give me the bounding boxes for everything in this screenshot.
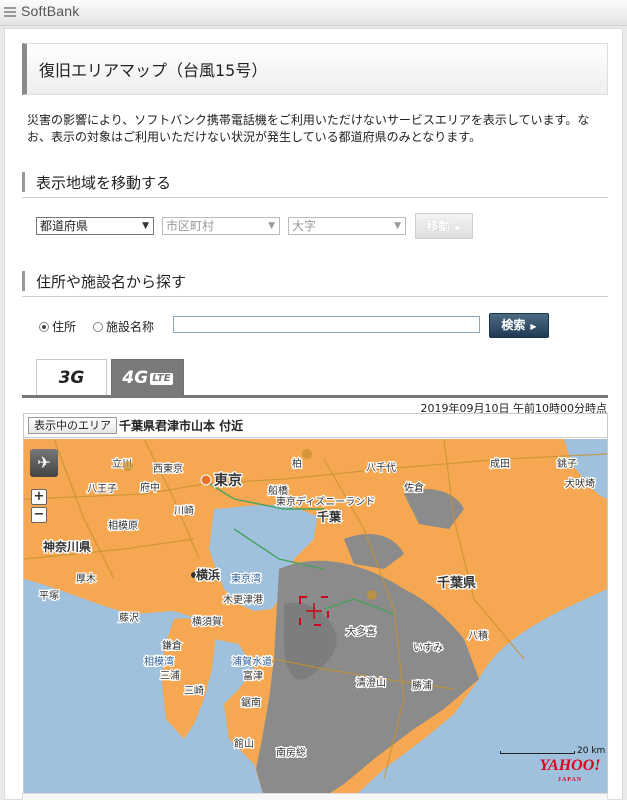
- svg-text:木更津港: 木更津港: [223, 594, 263, 606]
- svg-text:八積: 八積: [468, 629, 488, 642]
- dropdown-arrow-icon: ▼: [268, 221, 275, 231]
- svg-text:佐倉: 佐倉: [404, 481, 424, 494]
- svg-text:清澄山: 清澄山: [356, 676, 386, 689]
- chevron-right-icon: ▶: [530, 322, 537, 331]
- move-section-title: 表示地域を移動する: [36, 174, 172, 192]
- svg-text:横浜: 横浜: [196, 567, 220, 582]
- brand-header: SoftBank: [0, 0, 627, 26]
- airplane-mode-button[interactable]: ✈: [30, 449, 58, 477]
- svg-text:三浦: 三浦: [160, 669, 180, 682]
- svg-text:三崎: 三崎: [184, 684, 204, 697]
- svg-text:勝浦: 勝浦: [412, 679, 432, 692]
- svg-text:東京: 東京: [214, 472, 242, 489]
- chevron-right-icon: ▶: [455, 223, 462, 232]
- lte-badge: LTE: [150, 373, 173, 385]
- dropdown-arrow-icon: ▼: [394, 221, 401, 231]
- svg-text:神奈川県: 神奈川県: [43, 539, 91, 554]
- menu-lines-icon: [4, 7, 16, 19]
- main-panel: 復旧エリアマップ（台風15号） 災害の影響により、ソフトバンク携帯電話機をご利用…: [4, 28, 623, 800]
- coverage-map[interactable]: 東京 千葉 千葉県 神奈川県 横浜 川崎 東京湾 相模湾 浦賀水道 横須賀 木更…: [24, 439, 607, 797]
- svg-text:富津: 富津: [243, 669, 263, 682]
- page-title: 復旧エリアマップ（台風15号）: [39, 61, 268, 80]
- tab-3g[interactable]: 3G: [36, 359, 107, 396]
- move-section-heading: 表示地域を移動する: [22, 170, 608, 198]
- radio-unselected-icon: [93, 322, 103, 332]
- svg-text:厚木: 厚木: [76, 573, 96, 585]
- map-canvas[interactable]: 東京 千葉 千葉県 神奈川県 横浜 川崎 東京湾 相模湾 浦賀水道 横須賀 木更…: [24, 439, 607, 797]
- svg-text:成田: 成田: [490, 458, 510, 470]
- svg-text:八千代: 八千代: [366, 462, 396, 474]
- svg-text:平塚: 平塚: [39, 590, 59, 602]
- yahoo-attribution-logo[interactable]: YAHOO! JAPAN: [537, 758, 603, 787]
- radio-facility[interactable]: 施設名称: [93, 318, 154, 335]
- svg-text:八王子: 八王子: [87, 483, 117, 495]
- svg-text:犬吠埼: 犬吠埼: [565, 477, 595, 490]
- svg-text:川崎: 川崎: [174, 504, 194, 517]
- svg-text:柏: 柏: [292, 457, 302, 470]
- district-select[interactable]: 大字 ▼: [288, 217, 406, 235]
- zoom-out-button[interactable]: −: [31, 507, 47, 523]
- svg-text:船橋: 船橋: [268, 484, 288, 497]
- svg-text:銚子: 銚子: [557, 457, 577, 470]
- page-title-box: 復旧エリアマップ（台風15号）: [22, 43, 608, 95]
- svg-text:東京ディズニーランド: 東京ディズニーランド: [276, 495, 375, 508]
- svg-text:藤沢: 藤沢: [119, 611, 139, 624]
- search-section-title: 住所や施設名から探す: [36, 273, 187, 291]
- svg-text:南房総: 南房総: [276, 746, 306, 759]
- map-container: 表示中のエリア 千葉県君津市山本 付近 東京 千葉 千葉県 神奈川県 横浜 川崎…: [23, 413, 608, 798]
- search-button[interactable]: 検索 ▶: [489, 313, 549, 338]
- svg-text:相模原: 相模原: [108, 519, 138, 532]
- city-select[interactable]: 市区町村 ▼: [162, 217, 280, 235]
- svg-text:大多喜: 大多喜: [346, 625, 376, 638]
- svg-text:横須賀: 横須賀: [192, 615, 222, 628]
- search-section-heading: 住所や施設名から探す: [22, 269, 608, 297]
- tab-underline: [22, 395, 608, 398]
- svg-text:鋸南: 鋸南: [241, 696, 261, 709]
- svg-text:府中: 府中: [140, 481, 160, 494]
- current-area-name: 千葉県君津市山本 付近: [119, 419, 244, 433]
- move-button[interactable]: 移動 ▶: [415, 213, 473, 239]
- next-section-edge: [22, 793, 608, 800]
- prefecture-select[interactable]: 都道府県 ▼: [36, 217, 154, 235]
- current-area-button[interactable]: 表示中のエリア: [28, 417, 117, 434]
- svg-text:鎌倉: 鎌倉: [162, 639, 182, 652]
- svg-text:千葉: 千葉: [317, 509, 342, 524]
- svg-text:館山: 館山: [234, 737, 254, 750]
- svg-text:相模湾: 相模湾: [144, 655, 174, 668]
- radio-address[interactable]: 住所: [39, 318, 76, 335]
- dropdown-arrow-icon: ▼: [142, 221, 149, 231]
- svg-text:いすみ: いすみ: [413, 642, 443, 654]
- svg-text:西東京: 西東京: [153, 462, 183, 475]
- intro-text: 災害の影響により、ソフトバンク携帯電話機をご利用いただけないサービスエリアを表示…: [27, 113, 590, 144]
- softbank-logo[interactable]: SoftBank: [21, 3, 79, 19]
- radio-selected-icon: [39, 322, 49, 332]
- map-area-bar: 表示中のエリア 千葉県君津市山本 付近: [24, 414, 607, 438]
- search-input[interactable]: [173, 316, 480, 333]
- svg-text:東京湾: 東京湾: [231, 572, 261, 585]
- svg-text:浦賀水道: 浦賀水道: [232, 655, 272, 668]
- tab-4g-lte[interactable]: 4G LTE: [111, 359, 184, 396]
- zoom-in-button[interactable]: +: [31, 489, 47, 505]
- svg-text:千葉県: 千葉県: [437, 575, 476, 591]
